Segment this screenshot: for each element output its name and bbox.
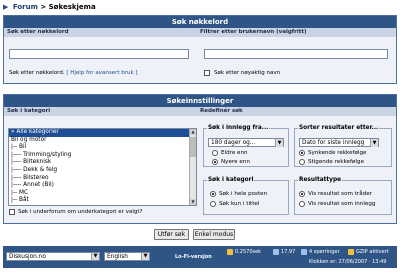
- category-option[interactable]: |-- MC: [9, 190, 196, 198]
- scope-fieldset: Søk i kategori Søk i hele posten Søk kun…: [203, 177, 289, 215]
- exact-name-label: Søk etter nøyaktig navn: [214, 70, 281, 76]
- advanced-help-link[interactable]: [ Hjelp for avansert bruk ]: [66, 70, 137, 76]
- radio-as-threads[interactable]: Vis resultat som tråder: [299, 191, 372, 197]
- radio-as-posts-circle[interactable]: [299, 201, 305, 207]
- breadcrumb-forum-link[interactable]: Forum: [13, 3, 38, 11]
- radio-older-circle[interactable]: [212, 150, 218, 156]
- keyword-help-text: Søk etter nøkkelord.: [9, 70, 65, 76]
- subforum-label: Søk i underforum om underkategori er val…: [18, 209, 143, 215]
- radio-descending[interactable]: Synkende rekkefølge: [299, 150, 366, 156]
- sort-fieldset: Sorter resultater etter... Dato for sist…: [294, 125, 392, 167]
- scope-legend: Søk i kategori: [208, 177, 254, 183]
- settings-right-header: Redefinér søk: [200, 108, 243, 114]
- keyword-right-header: Filtrer etter brukernavn (valgfritt): [200, 29, 307, 35]
- breadcrumb-current: Søkeskjema: [48, 3, 96, 11]
- scroll-up-icon[interactable]: ▲: [190, 129, 196, 135]
- radio-as-posts[interactable]: Vis resultat som innlegg: [299, 201, 375, 207]
- category-option[interactable]: |---- Bilteknisk: [9, 159, 196, 167]
- category-option[interactable]: |---- Trimming/styling: [9, 152, 196, 160]
- settings-left-header: Søk i kategori: [7, 108, 51, 114]
- radio-ascending-label: Stigende rekkefølge: [308, 159, 364, 165]
- settings-panel: Søkeinnstillinger Søk i kategori Redefin…: [3, 94, 397, 224]
- keyword-help: Søk etter nøkkelord. [ Hjelp for avanser…: [9, 70, 138, 76]
- chevron-down-icon: ▼: [91, 253, 99, 260]
- gzip-icon: [348, 249, 354, 255]
- radio-ascending[interactable]: Stigende rekkefølge: [299, 159, 364, 165]
- username-input[interactable]: [204, 49, 388, 59]
- clock-icon: [227, 249, 233, 255]
- forum-jump-select[interactable]: Diskusjon.no ▼: [6, 252, 100, 261]
- post-age-legend: Søk i innlegg fra...: [208, 125, 269, 131]
- keyword-input[interactable]: [9, 49, 189, 59]
- gzip-status: GZIP aktivert: [356, 249, 389, 255]
- query-count: 4 spørringer: [309, 249, 340, 255]
- radio-as-threads-circle[interactable]: [299, 191, 305, 197]
- chevron-down-icon: ▼: [141, 253, 149, 260]
- breadcrumb: ▶ Forum > Søkeskjema: [3, 3, 96, 11]
- sort-select[interactable]: Dato for siste innlegg ▼: [299, 138, 379, 147]
- post-age-select[interactable]: 180 dager og... ▼: [208, 138, 284, 147]
- category-option[interactable]: |-- Bil: [9, 144, 196, 152]
- post-age-fieldset: Søk i innlegg fra... 180 dager og... ▼ E…: [203, 125, 289, 167]
- search-button[interactable]: Utfør søk: [154, 229, 189, 240]
- sort-value: Dato for siste innlegg: [302, 140, 365, 146]
- radio-older-label: Eldre enn: [221, 150, 248, 156]
- footer-bar: Diskusjon.no ▼ English ▼ Lo-Fi-versjon 0…: [3, 246, 397, 268]
- radio-descending-label: Synkende rekkefølge: [308, 150, 367, 156]
- result-type-fieldset: Resultattype Vis resultat som tråder Vis…: [294, 177, 392, 215]
- radio-older[interactable]: Eldre enn: [212, 150, 248, 156]
- scroll-thumb[interactable]: [190, 137, 196, 157]
- server-icon: [273, 249, 279, 255]
- language-value: English: [107, 254, 128, 260]
- lofi-link[interactable]: Lo-Fi-versjon: [175, 254, 212, 260]
- result-type-legend: Resultattype: [299, 177, 342, 183]
- keyword-left-header: Søk etter nøkkelord: [7, 29, 69, 35]
- radio-as-posts-label: Vis resultat som innlegg: [308, 201, 376, 207]
- post-age-value: 180 dager og...: [211, 140, 256, 146]
- load-value: 17.97: [281, 249, 296, 255]
- subforum-checkbox[interactable]: [9, 209, 15, 215]
- breadcrumb-separator: >: [40, 3, 49, 11]
- breadcrumb-arrow-icon: ▶: [3, 3, 9, 11]
- chevron-down-icon: ▼: [370, 139, 378, 147]
- category-option[interactable]: |---- Bilstereo: [9, 175, 196, 183]
- database-icon: [301, 249, 307, 255]
- scroll-down-icon[interactable]: ▼: [190, 199, 196, 205]
- radio-newer-label: Nyere enn: [221, 159, 250, 165]
- radio-title-only[interactable]: Søk kun i tittel: [210, 201, 259, 207]
- radio-newer[interactable]: Nyere enn: [212, 159, 250, 165]
- settings-subheader: Søk i kategori Redefinér søk: [4, 107, 396, 116]
- category-scrollbar[interactable]: ▲ ▼: [189, 129, 196, 205]
- category-option[interactable]: |---- Annet (Bil): [9, 182, 196, 190]
- radio-title-only-label: Søk kun i tittel: [219, 201, 260, 207]
- clock-text: Klokken er: 27/06/2007 · 13:49: [309, 259, 387, 265]
- forum-jump-value: Diskusjon.no: [9, 254, 46, 260]
- simple-mode-button[interactable]: Enkel modus: [193, 229, 235, 240]
- radio-whole-post[interactable]: Søk i hele posten: [210, 191, 267, 197]
- category-option[interactable]: Bil og motor: [9, 137, 196, 145]
- radio-as-threads-label: Vis resultat som tråder: [308, 191, 372, 197]
- exec-time: 0.2570sek: [235, 249, 262, 255]
- exact-name-checkbox[interactable]: [204, 70, 210, 76]
- keyword-subheader: Søk etter nøkkelord Filtrer etter bruker…: [4, 28, 396, 37]
- radio-whole-post-circle[interactable]: [210, 191, 216, 197]
- category-option[interactable]: |---- Dekk & felg: [9, 167, 196, 175]
- radio-whole-post-label: Søk i hele posten: [219, 191, 268, 197]
- language-select[interactable]: English ▼: [104, 252, 150, 261]
- radio-title-only-circle[interactable]: [210, 201, 216, 207]
- category-option[interactable]: |-- Båt: [9, 197, 196, 205]
- category-listbox[interactable]: » Alle kategorier Bil og motor |-- Bil |…: [8, 128, 197, 206]
- chevron-down-icon: ▼: [275, 139, 283, 147]
- keyword-panel: Søk nøkkelord Søk etter nøkkelord Filtre…: [3, 15, 397, 84]
- radio-descending-circle[interactable]: [299, 150, 305, 156]
- keyword-panel-title: Søk nøkkelord: [4, 16, 396, 28]
- settings-panel-title: Søkeinnstillinger: [4, 95, 396, 107]
- category-option[interactable]: » Alle kategorier: [9, 129, 196, 137]
- radio-newer-circle[interactable]: [212, 159, 218, 165]
- sort-legend: Sorter resultater etter...: [299, 125, 379, 131]
- radio-ascending-circle[interactable]: [299, 159, 305, 165]
